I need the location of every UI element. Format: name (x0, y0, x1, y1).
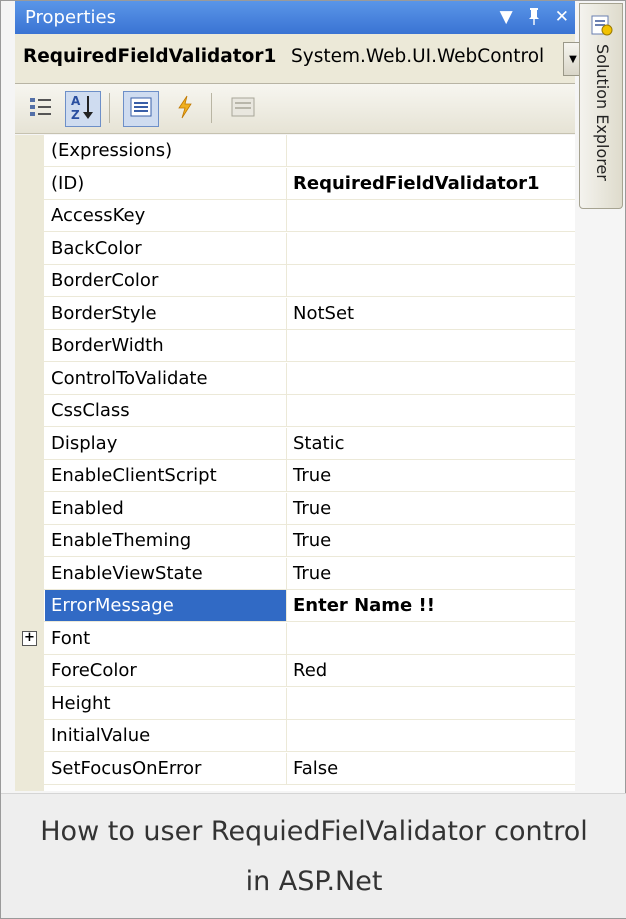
property-grid: (Expressions) (ID) RequiredFieldValidator1… (15, 135, 575, 791)
properties-title-bar[interactable]: Properties ▼ ✕ (15, 1, 575, 34)
property-name[interactable]: Enabled (45, 493, 287, 524)
property-row[interactable]: EnableViewState True (15, 558, 575, 590)
categorized-icon (29, 96, 53, 122)
property-name[interactable]: ForeColor (45, 655, 287, 686)
property-row[interactable]: Enabled True (15, 493, 575, 525)
property-value[interactable]: Red (287, 655, 575, 686)
property-name[interactable]: ControlToValidate (45, 363, 287, 394)
property-row[interactable]: Display Static (15, 428, 575, 460)
property-row[interactable]: BorderStyle NotSet (15, 298, 575, 330)
property-name[interactable]: EnableViewState (45, 558, 287, 589)
property-value[interactable] (287, 688, 575, 719)
property-row[interactable]: + Font (15, 623, 575, 655)
property-row[interactable]: BorderColor (15, 265, 575, 297)
property-value[interactable] (287, 265, 575, 296)
solution-explorer-label: Solution Explorer (593, 44, 612, 181)
close-icon[interactable]: ✕ (555, 9, 569, 26)
property-row[interactable]: ControlToValidate (15, 363, 575, 395)
property-row[interactable]: ErrorMessage Enter Name !! (15, 590, 575, 622)
property-value[interactable]: True (287, 558, 575, 589)
property-row[interactable]: (ID) RequiredFieldValidator1 (15, 168, 575, 200)
property-value[interactable] (287, 363, 575, 394)
property-name[interactable]: BorderStyle (45, 298, 287, 329)
property-value[interactable]: NotSet (287, 298, 575, 329)
properties-button[interactable] (123, 91, 159, 127)
property-name[interactable]: CssClass (45, 395, 287, 426)
property-row[interactable]: CssClass (15, 395, 575, 427)
property-name[interactable]: BackColor (45, 233, 287, 264)
property-row[interactable]: Height (15, 688, 575, 720)
property-name[interactable]: SetFocusOnError (45, 753, 287, 784)
property-row[interactable]: EnableClientScript True (15, 460, 575, 492)
property-value[interactable] (287, 200, 575, 231)
alphabetical-icon: A Z (70, 93, 96, 125)
image-caption: How to user RequiedFielValidator control… (1, 793, 626, 918)
property-value[interactable]: True (287, 460, 575, 491)
property-name[interactable]: (Expressions) (45, 135, 287, 166)
property-row[interactable]: ForeColor Red (15, 655, 575, 687)
property-value[interactable] (287, 135, 575, 166)
properties-toolbar: A Z (15, 84, 575, 134)
property-name[interactable]: EnableTheming (45, 525, 287, 556)
property-value[interactable]: True (287, 493, 575, 524)
caption-line-2: in ASP.Net (245, 866, 383, 897)
property-value[interactable] (287, 330, 575, 361)
property-name[interactable]: EnableClientScript (45, 460, 287, 491)
auto-hide-pin-icon[interactable] (527, 7, 541, 29)
window-controls: ▼ ✕ (500, 1, 569, 34)
property-row[interactable]: AccessKey (15, 200, 575, 232)
property-name[interactable]: (ID) (45, 168, 287, 199)
property-name[interactable]: InitialValue (45, 720, 287, 751)
property-row[interactable]: BackColor (15, 233, 575, 265)
selected-object-name: RequiredFieldValidator1 (23, 46, 277, 67)
property-name[interactable]: AccessKey (45, 200, 287, 231)
properties-icon (130, 97, 152, 121)
property-value[interactable]: RequiredFieldValidator1 (287, 168, 575, 199)
svg-text:A: A (71, 94, 81, 108)
caption-line-1: How to user RequiedFielValidator control (40, 816, 588, 847)
svg-text:Z: Z (71, 108, 80, 121)
property-name[interactable]: ErrorMessage (45, 590, 287, 621)
toolbar-separator (109, 93, 110, 123)
property-pages-button[interactable] (225, 91, 261, 127)
property-value[interactable] (287, 395, 575, 426)
toolbar-separator (211, 93, 212, 123)
property-value[interactable]: Enter Name !! (287, 590, 575, 621)
events-icon (176, 95, 194, 123)
events-button[interactable] (167, 91, 203, 127)
property-value[interactable]: True (287, 525, 575, 556)
property-value[interactable] (287, 720, 575, 751)
property-value[interactable]: Static (287, 428, 575, 459)
property-row[interactable]: EnableTheming True (15, 525, 575, 557)
solution-explorer-tab[interactable]: Solution Explorer (579, 3, 623, 209)
property-row[interactable]: BorderWidth (15, 330, 575, 362)
object-selector[interactable]: RequiredFieldValidator1 System.Web.UI.We… (15, 34, 583, 84)
property-name[interactable]: Display (45, 428, 287, 459)
selected-object-type: System.Web.UI.WebControls.RequiredFieldV… (291, 46, 543, 67)
expand-plus-icon[interactable]: + (22, 631, 37, 646)
property-row[interactable]: (Expressions) (15, 135, 575, 167)
window-title: Properties (25, 7, 116, 28)
property-row[interactable]: InitialValue (15, 720, 575, 752)
property-pages-icon (231, 97, 255, 121)
alphabetical-button[interactable]: A Z (65, 91, 101, 127)
property-name[interactable]: Font (45, 623, 287, 654)
property-name[interactable]: BorderWidth (45, 330, 287, 361)
categorized-button[interactable] (23, 91, 59, 127)
solution-explorer-icon (590, 12, 614, 42)
property-name[interactable]: BorderColor (45, 265, 287, 296)
window-position-dropdown-icon[interactable]: ▼ (500, 9, 513, 26)
screenshot-frame: Properties ▼ ✕ RequiredFieldValidator1 S… (0, 0, 626, 919)
property-row[interactable]: SetFocusOnError False (15, 753, 575, 785)
property-name[interactable]: Height (45, 688, 287, 719)
property-value[interactable] (287, 233, 575, 264)
property-value[interactable] (287, 623, 575, 654)
property-value[interactable]: False (287, 753, 575, 784)
